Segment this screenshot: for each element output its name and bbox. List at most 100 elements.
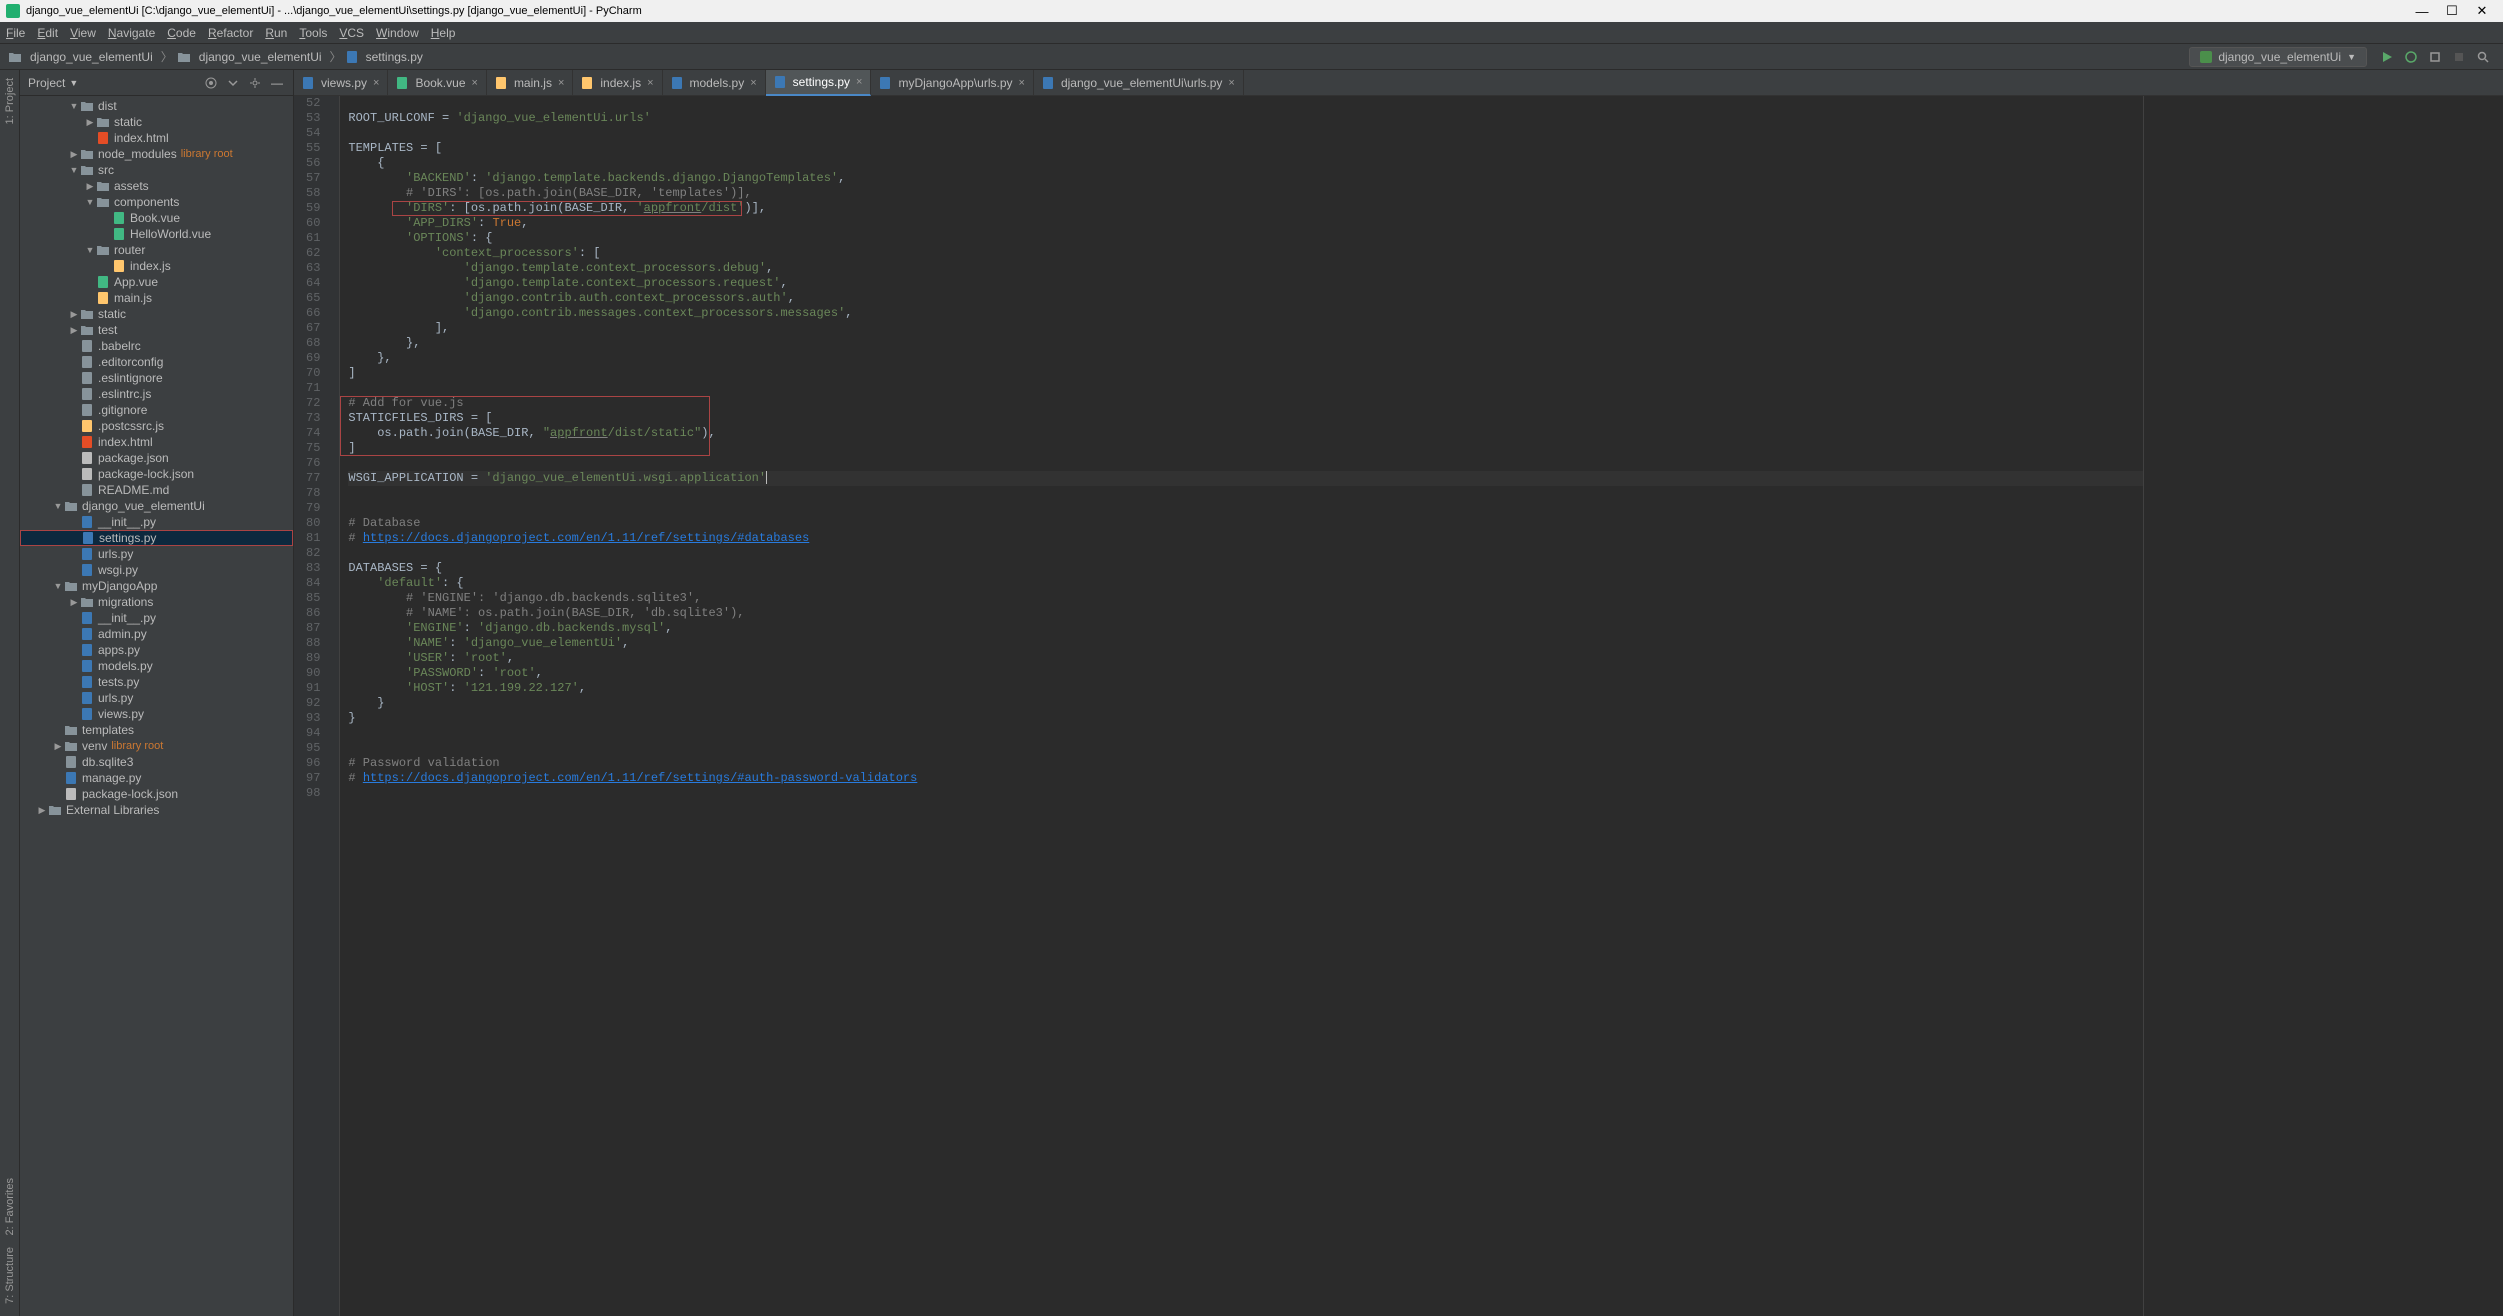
chevron-down-icon[interactable]: ▼ [69, 78, 78, 88]
tree-item[interactable]: ▶apps.py [20, 642, 293, 658]
tree-item[interactable]: ▶.eslintrc.js [20, 386, 293, 402]
hide-icon[interactable]: — [269, 75, 285, 91]
tree-item[interactable]: ▶README.md [20, 482, 293, 498]
tree-item[interactable]: ▶index.js [20, 258, 293, 274]
tree-item[interactable]: ▶__init__.py [20, 514, 293, 530]
tree-item[interactable]: ▶HelloWorld.vue [20, 226, 293, 242]
tree-item[interactable]: ▶.eslintignore [20, 370, 293, 386]
tree-item[interactable]: ▼components [20, 194, 293, 210]
tree-item[interactable]: ▶models.py [20, 658, 293, 674]
folder-icon [64, 739, 78, 753]
close-icon[interactable]: × [373, 77, 379, 89]
close-icon[interactable]: × [558, 77, 564, 89]
close-icon[interactable]: × [1019, 77, 1025, 89]
tree-item[interactable]: ▶static [20, 114, 293, 130]
menu-view[interactable]: View [70, 26, 96, 40]
favorites-tool-tab[interactable]: 2: Favorites [4, 1178, 16, 1235]
tree-item[interactable]: ▶package.json [20, 450, 293, 466]
menu-tools[interactable]: Tools [299, 26, 327, 40]
menu-refactor[interactable]: Refactor [208, 26, 253, 40]
tree-item[interactable]: ▶main.js [20, 290, 293, 306]
tree-item[interactable]: ▶.postcssrc.js [20, 418, 293, 434]
editor-tab[interactable]: index.js× [573, 70, 662, 96]
tree-item[interactable]: ▶settings.py [20, 530, 293, 546]
menu-file[interactable]: File [6, 26, 25, 40]
menu-help[interactable]: Help [431, 26, 456, 40]
run-button[interactable] [2378, 48, 2396, 66]
tree-item[interactable]: ▶.gitignore [20, 402, 293, 418]
tree-item[interactable]: ▼src [20, 162, 293, 178]
menu-edit[interactable]: Edit [37, 26, 58, 40]
breadcrumb-1[interactable]: django_vue_elementUi [177, 50, 322, 64]
gear-icon[interactable] [247, 75, 263, 91]
tree-item[interactable]: ▶node_moduleslibrary root [20, 146, 293, 162]
tree-item[interactable]: ▶venvlibrary root [20, 738, 293, 754]
code-editor[interactable]: 5253545556575859606162636465666768697071… [294, 96, 2503, 1316]
tree-item[interactable]: ▶package-lock.json [20, 786, 293, 802]
tree-item[interactable]: ▶migrations [20, 594, 293, 610]
json-icon [80, 451, 94, 465]
tree-item[interactable]: ▼myDjangoApp [20, 578, 293, 594]
tree-item[interactable]: ▶templates [20, 722, 293, 738]
tree-item[interactable]: ▶package-lock.json [20, 466, 293, 482]
editor-tab[interactable]: settings.py× [766, 70, 872, 96]
close-icon[interactable]: × [750, 77, 756, 89]
collapse-icon[interactable] [225, 75, 241, 91]
tree-item[interactable]: ▶Book.vue [20, 210, 293, 226]
structure-tool-tab[interactable]: 7: Structure [4, 1247, 16, 1304]
tree-item[interactable]: ▶wsgi.py [20, 562, 293, 578]
breadcrumb-2[interactable]: settings.py [346, 50, 423, 64]
close-button[interactable]: ✕ [2467, 3, 2497, 19]
tree-item[interactable]: ▶admin.py [20, 626, 293, 642]
close-icon[interactable]: × [856, 76, 862, 88]
menu-code[interactable]: Code [167, 26, 196, 40]
sidebar-title[interactable]: Project [28, 76, 65, 90]
coverage-button[interactable] [2426, 48, 2444, 66]
editor-tab[interactable]: main.js× [487, 70, 573, 96]
tree-item[interactable]: ▼router [20, 242, 293, 258]
breadcrumb-0[interactable]: django_vue_elementUi [8, 50, 153, 64]
search-button[interactable] [2474, 48, 2492, 66]
tree-item[interactable]: ▶views.py [20, 706, 293, 722]
tree-item[interactable]: ▶App.vue [20, 274, 293, 290]
editor-tab[interactable]: models.py× [663, 70, 766, 96]
target-icon[interactable] [203, 75, 219, 91]
tree-item[interactable]: ▶db.sqlite3 [20, 754, 293, 770]
tree-item[interactable]: ▶__init__.py [20, 610, 293, 626]
editor-tab[interactable]: views.py× [294, 70, 388, 96]
tree-item[interactable]: ▶static [20, 306, 293, 322]
tree-item[interactable]: ▶test [20, 322, 293, 338]
editor-tab[interactable]: Book.vue× [388, 70, 486, 96]
menu-run[interactable]: Run [265, 26, 287, 40]
menu-navigate[interactable]: Navigate [108, 26, 155, 40]
project-tool-tab[interactable]: 1: Project [4, 78, 16, 124]
close-icon[interactable]: × [1228, 77, 1234, 89]
minimize-button[interactable]: — [2407, 4, 2437, 19]
tree-item[interactable]: ▼django_vue_elementUi [20, 498, 293, 514]
tree-item[interactable]: ▶.editorconfig [20, 354, 293, 370]
tree-item[interactable]: ▶index.html [20, 434, 293, 450]
menubar: File Edit View Navigate Code Refactor Run Tools… [0, 22, 2503, 44]
run-config-selector[interactable]: django_vue_elementUi ▼ [2189, 47, 2367, 67]
close-icon[interactable]: × [647, 77, 653, 89]
editor-tab[interactable]: django_vue_elementUi\urls.py× [1034, 70, 1244, 96]
vue-icon [96, 275, 110, 289]
menu-window[interactable]: Window [376, 26, 419, 40]
editor-tab[interactable]: myDjangoApp\urls.py× [871, 70, 1034, 96]
debug-button[interactable] [2402, 48, 2420, 66]
maximize-button[interactable]: ☐ [2437, 3, 2467, 19]
tree-item[interactable]: ▶.babelrc [20, 338, 293, 354]
tree-item[interactable]: ▶manage.py [20, 770, 293, 786]
project-tree[interactable]: ▼dist▶static▶index.html▶node_moduleslibr… [20, 96, 293, 1316]
tree-item[interactable]: ▶urls.py [20, 546, 293, 562]
tree-item[interactable]: ▶urls.py [20, 690, 293, 706]
close-icon[interactable]: × [472, 77, 478, 89]
stop-button[interactable] [2450, 48, 2468, 66]
tree-item[interactable]: ▶tests.py [20, 674, 293, 690]
tree-item[interactable]: ▶assets [20, 178, 293, 194]
menu-vcs[interactable]: VCS [339, 26, 364, 40]
tree-item[interactable]: ▶index.html [20, 130, 293, 146]
tree-item[interactable]: ▶External Libraries [20, 802, 293, 818]
folder-icon [80, 307, 94, 321]
tree-item[interactable]: ▼dist [20, 98, 293, 114]
